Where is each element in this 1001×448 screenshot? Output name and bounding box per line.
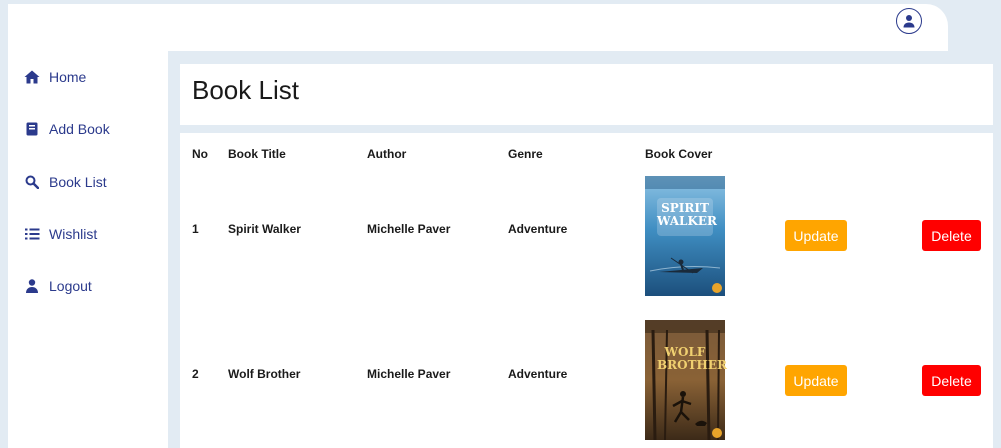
- book-title: Wolf Brother: [228, 367, 301, 381]
- sidebar-item-add-book[interactable]: Add Book: [8, 117, 110, 141]
- page-title: Book List: [192, 75, 299, 105]
- page-header: Book List: [180, 64, 993, 125]
- delete-button[interactable]: Delete: [922, 220, 981, 251]
- column-header-no: No: [192, 147, 208, 161]
- home-icon: [24, 69, 40, 85]
- book-genre: Adventure: [508, 222, 568, 236]
- book-table: No Book Title Author Genre Book Cover 1 …: [180, 133, 993, 448]
- user-icon: [24, 278, 40, 294]
- sidebar-item-label: Logout: [49, 278, 92, 294]
- book-author: Michelle Paver: [367, 222, 451, 236]
- update-button[interactable]: Update: [785, 220, 847, 251]
- row-number: 2: [192, 367, 199, 381]
- book-icon: [24, 121, 40, 137]
- update-button[interactable]: Update: [785, 365, 847, 396]
- column-header-cover: Book Cover: [645, 147, 713, 161]
- sidebar-item-label: Add Book: [49, 121, 110, 137]
- row-number: 1: [192, 222, 199, 236]
- book-author: Michelle Paver: [367, 367, 451, 381]
- search-icon: [24, 174, 40, 190]
- sidebar-item-wishlist[interactable]: Wishlist: [8, 222, 97, 246]
- list-icon: [24, 226, 40, 242]
- sidebar: Home Add Book Book List Wishlist Logout: [8, 51, 168, 448]
- sidebar-item-label: Book List: [49, 174, 107, 190]
- sidebar-item-logout[interactable]: Logout: [8, 274, 92, 298]
- user-avatar-icon[interactable]: [896, 8, 922, 34]
- sidebar-item-home[interactable]: Home: [8, 65, 86, 89]
- column-header-genre: Genre: [508, 147, 543, 161]
- top-bar: [8, 4, 948, 51]
- book-cover-title: WOLF BROTHER: [657, 345, 727, 372]
- book-cover-image: WOLF BROTHER: [645, 320, 727, 441]
- sidebar-item-label: Home: [49, 69, 87, 85]
- book-cover-image: SPIRIT WALKER: [645, 176, 725, 296]
- sidebar-item-label: Wishlist: [49, 226, 98, 242]
- column-header-author: Author: [367, 147, 407, 161]
- sidebar-item-book-list[interactable]: Book List: [8, 170, 107, 194]
- book-genre: Adventure: [508, 367, 568, 381]
- book-cover-title: SPIRIT WALKER: [657, 201, 718, 228]
- column-header-title: Book Title: [228, 147, 286, 161]
- book-title: Spirit Walker: [228, 222, 301, 236]
- delete-button[interactable]: Delete: [922, 365, 981, 396]
